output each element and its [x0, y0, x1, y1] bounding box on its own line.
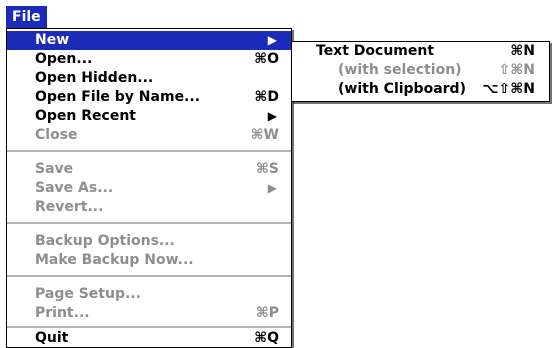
menu-item-new[interactable]: New ▶: [7, 31, 291, 50]
submenu-item-label: (with Clipboard): [338, 81, 466, 97]
menu-item-label: Open Recent: [35, 108, 136, 124]
separator: [7, 326, 291, 328]
shortcut-close: ⌘W: [250, 127, 279, 143]
menu-item-label: Print...: [35, 305, 90, 321]
menu-item-close[interactable]: Close ⌘W: [7, 126, 291, 145]
triangle-right-icon: ▶: [267, 181, 277, 195]
submenu-item-text-document[interactable]: Text Document ⌘N: [292, 42, 549, 61]
menu-item-open-recent[interactable]: Open Recent ▶: [7, 107, 291, 126]
shortcut-print: ⌘P: [255, 305, 279, 321]
triangle-right-icon: ▶: [267, 33, 277, 47]
menu-item-label: Save: [35, 161, 74, 177]
menu-item-open-file-by-name[interactable]: Open File by Name... ⌘D: [7, 88, 291, 107]
submenu-item-label: (with selection): [338, 62, 462, 78]
shortcut-with-clipboard: ⌥⇧⌘N: [482, 81, 535, 97]
shortcut-text-document: ⌘N: [510, 43, 535, 59]
menu-item-open[interactable]: Open... ⌘O: [7, 50, 291, 69]
menu-item-label: Open...: [35, 51, 93, 67]
menu-item-label: New: [35, 32, 70, 48]
menu-item-label: Revert...: [35, 199, 104, 215]
menu-item-save[interactable]: Save ⌘S: [7, 160, 291, 179]
menu-item-revert[interactable]: Revert...: [7, 198, 291, 217]
menu-item-label: Save As...: [35, 180, 114, 196]
separator: [7, 150, 291, 152]
menu-item-label: Page Setup...: [35, 286, 141, 302]
triangle-right-icon: ▶: [267, 109, 277, 123]
menu-item-open-hidden[interactable]: Open Hidden...: [7, 69, 291, 88]
menu-item-label: Open Hidden...: [35, 70, 154, 86]
menu-item-quit[interactable]: Quit ⌘Q: [7, 329, 291, 348]
file-menu-title[interactable]: File: [6, 6, 47, 28]
menu-item-save-as[interactable]: Save As... ▶: [7, 179, 291, 198]
shortcut-with-selection: ⇧⌘N: [498, 62, 535, 78]
menu-item-label: Quit: [35, 330, 69, 346]
separator: [7, 222, 291, 224]
file-menu: New ▶ Open... ⌘O Open Hidden... Open Fil…: [6, 28, 292, 348]
menu-item-make-backup-now[interactable]: Make Backup Now...: [7, 251, 291, 270]
shortcut-save: ⌘S: [255, 161, 279, 177]
shortcut-quit: ⌘Q: [254, 330, 279, 346]
menu-item-label: Make Backup Now...: [35, 252, 194, 268]
menu-item-label: Close: [35, 127, 78, 143]
menu-item-label: Open File by Name...: [35, 89, 201, 105]
shortcut-open-file-by-name: ⌘D: [254, 89, 279, 105]
submenu-item-label: Text Document: [316, 43, 435, 59]
new-submenu: Text Document ⌘N (with selection) ⇧⌘N (w…: [291, 41, 550, 102]
menu-item-backup-options[interactable]: Backup Options...: [7, 232, 291, 251]
submenu-item-with-clipboard[interactable]: (with Clipboard) ⌥⇧⌘N: [292, 80, 549, 99]
menu-item-label: Backup Options...: [35, 233, 175, 249]
menu-item-page-setup[interactable]: Page Setup...: [7, 285, 291, 304]
menu-item-print[interactable]: Print... ⌘P: [7, 304, 291, 323]
submenu-item-with-selection[interactable]: (with selection) ⇧⌘N: [292, 61, 549, 80]
separator: [7, 275, 291, 277]
shortcut-open: ⌘O: [254, 51, 279, 67]
